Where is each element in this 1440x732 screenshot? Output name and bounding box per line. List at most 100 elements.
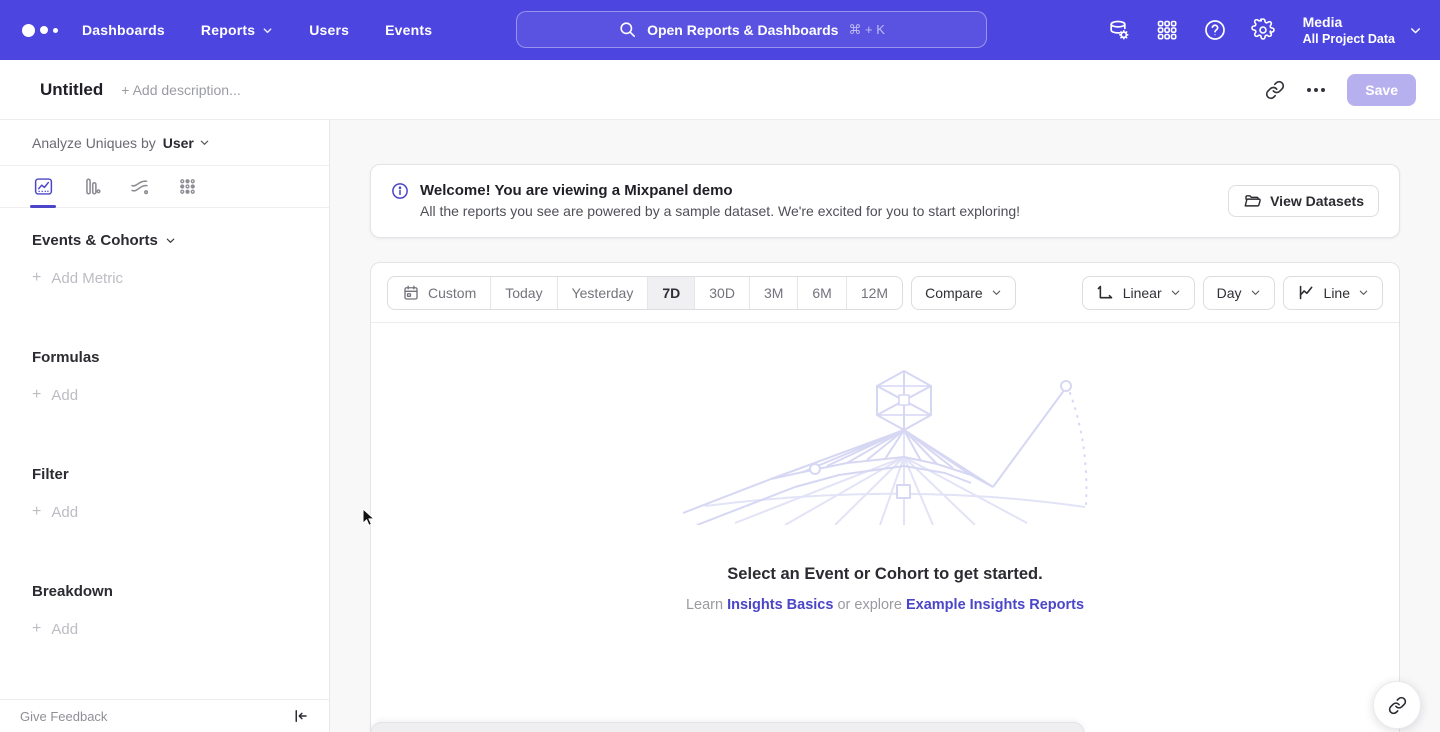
view-datasets-label: View Datasets — [1270, 193, 1364, 209]
range-7d[interactable]: 7D — [647, 277, 694, 309]
interval-dropdown[interactable]: Day — [1203, 276, 1275, 310]
project-scope: All Project Data — [1303, 31, 1395, 47]
range-label: 30D — [709, 285, 735, 301]
chart-controls-row: Custom Today Yesterday 7D 30D 3M 6M 12M … — [371, 263, 1399, 323]
flows-icon — [129, 176, 150, 197]
compare-button[interactable]: Compare — [911, 276, 1016, 310]
copy-link-icon[interactable] — [1265, 80, 1285, 100]
add-filter-button[interactable]: + Add — [32, 503, 297, 521]
nav-item-dashboards[interactable]: Dashboards — [82, 22, 165, 38]
section-title: Formulas — [32, 349, 100, 366]
banner-text: Welcome! You are viewing a Mixpanel demo… — [420, 180, 1020, 222]
section-filter: Filter + Add — [0, 442, 329, 521]
range-30d[interactable]: 30D — [694, 277, 749, 309]
analyze-label: Analyze Uniques by — [32, 135, 156, 151]
plus-icon: + — [32, 386, 41, 404]
add-formula-button[interactable]: + Add — [32, 386, 297, 404]
help-icon[interactable] — [1203, 18, 1227, 42]
view-datasets-button[interactable]: View Datasets — [1228, 185, 1379, 217]
share-link-fab[interactable] — [1373, 681, 1421, 729]
chart-display-controls: Linear Day Line — [1082, 276, 1383, 310]
report-title[interactable]: Untitled — [40, 80, 103, 100]
add-label: Add — [51, 504, 78, 521]
nav-items: Dashboards Reports Users Events — [82, 22, 432, 38]
nav-item-label: Events — [385, 22, 432, 38]
link-icon — [1388, 696, 1407, 715]
tab-bar-chart[interactable] — [80, 170, 102, 204]
compare-label: Compare — [925, 285, 983, 301]
events-cohorts-header[interactable]: Events & Cohorts — [32, 232, 297, 249]
save-button[interactable]: Save — [1347, 74, 1416, 106]
chevron-down-icon — [165, 235, 176, 246]
section-title: Events & Cohorts — [32, 232, 158, 249]
scale-label: Linear — [1123, 285, 1162, 301]
date-range-segmented-control: Custom Today Yesterday 7D 30D 3M 6M 12M — [387, 276, 903, 310]
scale-dropdown[interactable]: Linear — [1082, 276, 1195, 310]
section-events-cohorts: Events & Cohorts + Add Metric — [0, 208, 329, 287]
search-shortcut: ⌘ + K — [848, 22, 885, 38]
empty-state-links: Learn Insights Basics or explore Example… — [686, 597, 1084, 613]
add-metric-button[interactable]: + Add Metric — [32, 269, 297, 287]
plus-icon: + — [32, 620, 41, 638]
nav-item-label: Dashboards — [82, 22, 165, 38]
tab-line-chart[interactable] — [32, 170, 54, 204]
tab-flows-chart[interactable] — [128, 170, 150, 204]
range-12m[interactable]: 12M — [846, 277, 902, 309]
insights-basics-link[interactable]: Insights Basics — [727, 597, 833, 613]
add-label: Add — [51, 387, 78, 404]
collapse-sidebar-icon[interactable] — [291, 707, 309, 725]
chevron-down-icon — [1250, 287, 1261, 298]
chart-type-label: Line — [1324, 285, 1350, 301]
line-chart-icon — [33, 176, 54, 197]
range-yesterday[interactable]: Yesterday — [557, 277, 648, 309]
section-formulas: Formulas + Add — [0, 325, 329, 404]
metrics-grid-icon — [177, 176, 198, 197]
range-6m[interactable]: 6M — [797, 277, 845, 309]
bottom-panel-peek[interactable] — [370, 722, 1085, 732]
search-placeholder: Open Reports & Dashboards — [647, 22, 838, 38]
range-label: Yesterday — [572, 285, 634, 301]
settings-gear-icon[interactable] — [1251, 18, 1275, 42]
report-description-placeholder[interactable]: + Add description... — [121, 82, 240, 98]
nav-item-events[interactable]: Events — [385, 22, 432, 38]
nav-right: Media All Project Data — [1107, 0, 1422, 60]
more-options-icon[interactable] — [1307, 88, 1325, 92]
bar-chart-icon — [81, 176, 102, 197]
chart-type-dropdown[interactable]: Line — [1283, 276, 1383, 310]
interval-label: Day — [1217, 285, 1242, 301]
chevron-down-icon — [991, 287, 1002, 298]
range-label: 6M — [812, 285, 831, 301]
chevron-down-icon — [199, 137, 210, 148]
global-search[interactable]: Open Reports & Dashboards ⌘ + K — [516, 11, 987, 48]
insights-report-card: Custom Today Yesterday 7D 30D 3M 6M 12M … — [370, 262, 1400, 732]
nav-item-label: Users — [309, 22, 349, 38]
give-feedback-link[interactable]: Give Feedback — [20, 709, 107, 724]
range-custom[interactable]: Custom — [388, 277, 490, 309]
example-insights-reports-link[interactable]: Example Insights Reports — [906, 597, 1084, 613]
plus-icon: + — [32, 503, 41, 521]
nav-item-reports[interactable]: Reports — [201, 22, 273, 38]
sidebar-footer: Give Feedback — [0, 699, 329, 732]
query-sidebar: Analyze Uniques by User Events & Cohorts… — [0, 120, 330, 732]
range-label: 7D — [662, 285, 680, 301]
chevron-down-icon — [1170, 287, 1181, 298]
line-chart-icon — [1297, 283, 1316, 302]
report-header-actions: Save — [1265, 74, 1416, 106]
top-nav: Dashboards Reports Users Events Open Rep… — [0, 0, 1440, 60]
section-title: Filter — [32, 466, 69, 483]
apps-grid-icon[interactable] — [1155, 18, 1179, 42]
mixpanel-logo[interactable] — [22, 24, 62, 37]
analyze-value: User — [163, 135, 194, 151]
tab-metrics-grid[interactable] — [176, 170, 198, 204]
chevron-down-icon — [1409, 24, 1422, 37]
range-3m[interactable]: 3M — [749, 277, 797, 309]
add-breakdown-button[interactable]: + Add — [32, 620, 297, 638]
analyze-by-dropdown[interactable]: User — [163, 135, 210, 151]
data-management-icon[interactable] — [1107, 18, 1131, 42]
report-header: Untitled + Add description... Save — [0, 60, 1440, 120]
project-selector[interactable]: Media All Project Data — [1303, 14, 1422, 47]
range-today[interactable]: Today — [490, 277, 556, 309]
chevron-down-icon — [262, 25, 273, 36]
plus-icon: + — [32, 269, 41, 287]
nav-item-users[interactable]: Users — [309, 22, 349, 38]
